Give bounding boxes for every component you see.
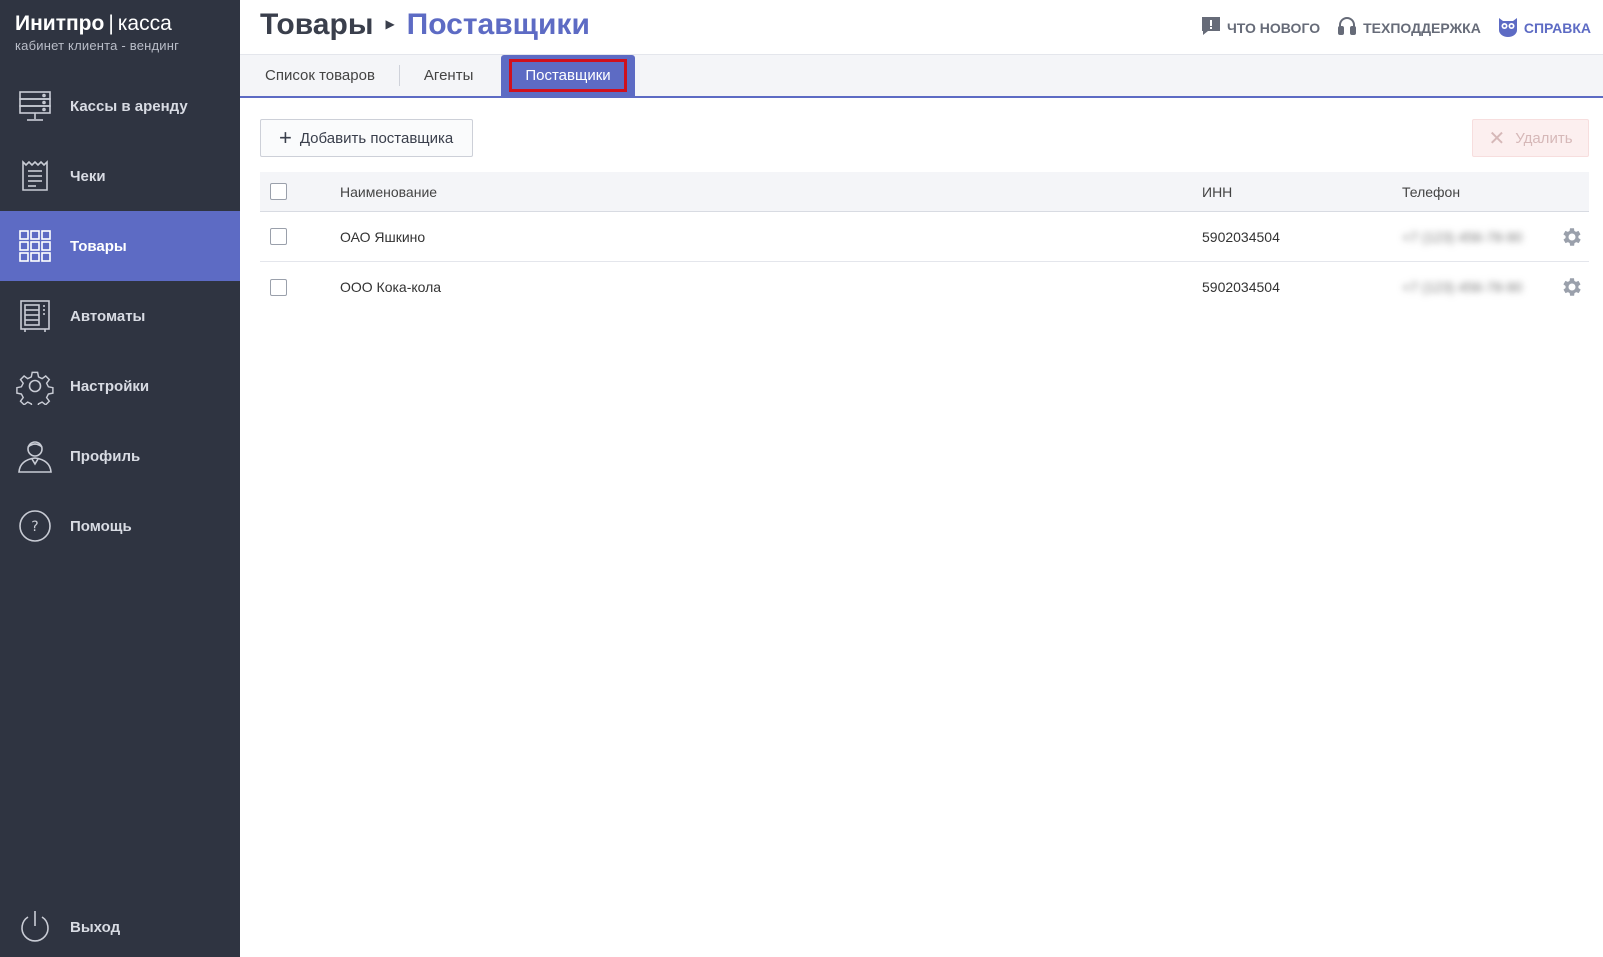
supplier-name: ОАО Яшкино [340,228,426,245]
sidebar-item-label: Профиль [70,447,141,465]
close-icon: ✕ [1488,127,1506,150]
sidebar: Инитпро | касса кабинет клиента - вендинг … [0,0,240,957]
headset-icon [1336,15,1358,40]
page-header: Товары ▶ Поставщики ЧТО НОВОГО ТЕХПОДДЕР… [240,0,1603,55]
sidebar-item-settings[interactable]: Настройки [0,351,240,421]
sidebar-item-receipts[interactable]: Чеки [0,141,240,211]
table-header: Наименование ИНН Телефон [260,172,1589,212]
gear-icon [0,351,70,421]
news-icon [1200,15,1222,40]
add-supplier-label: Добавить поставщика [299,129,454,147]
plus-icon: + [279,125,292,150]
help-link[interactable]: СПРАВКА [1497,15,1591,40]
logout-button[interactable]: Выход [0,897,240,957]
breadcrumb: Товары ▶ Поставщики [260,8,590,42]
brand-title: Инитпро | касса [15,12,179,36]
brand-product: касса [117,12,172,35]
help-icon: ? [0,491,70,561]
tab-divider [398,65,400,86]
logout-label: Выход [70,918,121,936]
row-settings-icon[interactable] [1552,225,1589,249]
header-links: ЧТО НОВОГО ТЕХПОДДЕРЖКА СПРАВКА [1200,15,1591,40]
sidebar-nav: Кассы в аренду Чеки Товары Автоматы Наст… [0,71,240,561]
tab-agents[interactable]: Агенты [404,55,493,96]
help-label: СПРАВКА [1523,19,1591,36]
supplier-inn: 5902034504 [1202,228,1280,245]
brand-subtitle: кабинет клиента - вендинг [15,38,180,53]
owl-icon [1497,15,1519,40]
table-row[interactable]: ООО Кока-кола 5902034504 +7 (123) 456-78… [260,262,1589,312]
grid-icon [0,211,70,281]
add-supplier-button[interactable]: + Добавить поставщика [260,119,473,157]
tab-suppliers-label: Поставщики [509,59,627,92]
support-link[interactable]: ТЕХПОДДЕРЖКА [1336,15,1481,40]
whats-new-label: ЧТО НОВОГО [1226,19,1321,36]
svg-text:?: ? [31,519,38,535]
brand-logo[interactable]: Инитпро | касса кабинет клиента - вендинг [15,12,179,53]
row-settings-icon[interactable] [1552,275,1589,299]
sidebar-item-label: Чеки [70,167,106,185]
column-header-name[interactable]: Наименование [340,184,1202,200]
page-title: Поставщики [406,8,590,41]
sidebar-item-label: Помощь [70,517,132,535]
sidebar-item-machines[interactable]: Автоматы [0,281,240,351]
supplier-inn: 5902034504 [1202,279,1280,295]
tab-products-list[interactable]: Список товаров [245,55,395,96]
row-checkbox[interactable] [270,228,287,245]
column-header-inn[interactable]: ИНН [1202,184,1402,200]
sidebar-item-products[interactable]: Товары [0,211,240,281]
whats-new-link[interactable]: ЧТО НОВОГО [1200,15,1320,40]
select-all-checkbox[interactable] [270,183,287,200]
receipt-icon [0,141,70,211]
sidebar-item-rent[interactable]: Кассы в аренду [0,71,240,141]
sidebar-item-label: Автоматы [70,307,146,325]
suppliers-table: Наименование ИНН Телефон ОАО Яшкино 5902… [260,172,1589,312]
delete-button[interactable]: ✕ Удалить [1472,119,1589,157]
support-label: ТЕХПОДДЕРЖКА [1363,19,1481,36]
breadcrumb-separator-icon: ▶ [385,17,395,31]
sidebar-item-profile[interactable]: Профиль [0,421,240,491]
brand-separator: | [108,12,114,35]
sidebar-item-label: Товары [70,237,127,255]
supplier-phone: +7 (123) 456-78-90 [1402,279,1523,295]
tab-suppliers[interactable]: Поставщики [501,55,635,96]
breadcrumb-root[interactable]: Товары [260,8,373,42]
power-icon [0,897,70,957]
sidebar-item-label: Кассы в аренду [70,97,188,115]
server-icon [0,71,70,141]
vending-machine-icon [0,281,70,351]
row-checkbox[interactable] [270,278,287,296]
tabs-bar: Список товаров Агенты Поставщики [240,55,1603,98]
table-row[interactable]: ОАО Яшкино 5902034504 +7 (123) 456-78-90 [260,212,1589,262]
column-header-phone[interactable]: Телефон [1402,184,1552,200]
sidebar-item-help[interactable]: ? Помощь [0,491,240,561]
supplier-name: ООО Кока-кола [340,279,442,295]
supplier-phone: +7 (123) 456-78-90 [1402,228,1523,245]
sidebar-item-label: Настройки [70,377,150,395]
user-icon [0,421,70,491]
delete-label: Удалить [1515,129,1573,147]
brand-name: Инитпро [15,12,105,35]
